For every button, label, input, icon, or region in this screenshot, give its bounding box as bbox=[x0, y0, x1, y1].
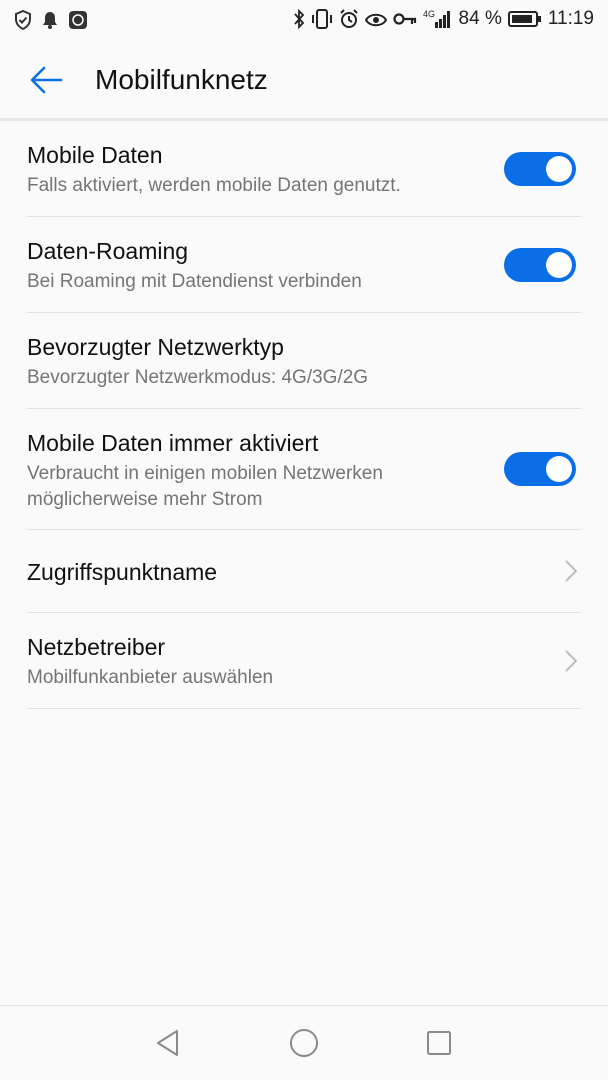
setting-row-carrier[interactable]: Netzbetreiber Mobilfunkanbieter auswähle… bbox=[27, 613, 581, 709]
setting-row-always-on-data[interactable]: Mobile Daten immer aktiviert Verbraucht … bbox=[27, 409, 581, 530]
setting-text: Bevorzugter Netzwerktyp Bevorzugter Netz… bbox=[27, 333, 368, 391]
page-title: Mobilfunknetz bbox=[95, 64, 268, 95]
setting-subtitle: Bevorzugter Netzwerkmodus: 4G/3G/2G bbox=[27, 367, 369, 388]
data-roaming-toggle[interactable] bbox=[504, 248, 576, 282]
setting-title: Bevorzugter Netzwerktyp bbox=[27, 334, 284, 360]
status-left-icons bbox=[14, 9, 88, 35]
setting-row-apn[interactable]: Zugriffspunktname bbox=[27, 530, 581, 613]
app-notification-icon bbox=[68, 10, 88, 35]
setting-title: Daten-Roaming bbox=[27, 238, 189, 264]
setting-title: Netzbetreiber bbox=[27, 634, 166, 660]
setting-row-mobile-data[interactable]: Mobile Daten Falls aktiviert, werden mob… bbox=[27, 121, 581, 217]
setting-subtitle: Mobilfunkanbieter auswählen bbox=[27, 667, 274, 688]
network-type-label: 4G bbox=[423, 9, 435, 19]
always-on-data-toggle[interactable] bbox=[504, 452, 576, 486]
settings-list: Mobile Daten Falls aktiviert, werden mob… bbox=[0, 121, 608, 709]
setting-subtitle: Falls aktiviert, werden mobile Daten gen… bbox=[27, 175, 401, 196]
toggle-knob bbox=[546, 456, 572, 482]
nav-home-button[interactable] bbox=[287, 1026, 321, 1060]
chevron-right-icon bbox=[565, 650, 578, 672]
battery-icon bbox=[507, 10, 542, 28]
navigation-bar bbox=[0, 1005, 608, 1080]
status-bar: 4G 84 % 11:19 bbox=[0, 0, 608, 40]
setting-row-data-roaming[interactable]: Daten-Roaming Bei Roaming mit Datendiens… bbox=[27, 217, 581, 313]
nav-recents-button[interactable] bbox=[422, 1026, 456, 1060]
setting-subtitle: Verbraucht in einigen mobilen Netzwerken… bbox=[27, 463, 383, 510]
home-circle-icon bbox=[290, 1029, 318, 1057]
arrow-left-icon bbox=[30, 66, 63, 94]
back-triangle-icon bbox=[157, 1030, 178, 1056]
setting-row-preferred-network[interactable]: Bevorzugter Netzwerktyp Bevorzugter Netz… bbox=[27, 313, 581, 409]
chevron-right-icon bbox=[565, 560, 578, 582]
nav-back-button[interactable] bbox=[151, 1026, 185, 1060]
setting-title: Mobile Daten immer aktiviert bbox=[27, 430, 319, 456]
status-right-icons: 4G 84 % 11:19 bbox=[293, 8, 594, 30]
mobile-data-toggle[interactable] bbox=[504, 152, 576, 186]
battery-percentage: 84 % bbox=[458, 8, 502, 29]
setting-title: Mobile Daten bbox=[27, 142, 163, 168]
shield-icon bbox=[14, 9, 32, 35]
bell-icon bbox=[42, 11, 58, 34]
alarm-icon bbox=[339, 9, 359, 29]
app-bar: Mobilfunknetz bbox=[0, 40, 608, 118]
setting-text: Daten-Roaming Bei Roaming mit Datendiens… bbox=[27, 237, 362, 295]
signal-icon: 4G bbox=[423, 8, 453, 30]
setting-subtitle: Bei Roaming mit Datendienst verbinden bbox=[27, 271, 362, 292]
setting-title: Zugriffspunktname bbox=[27, 559, 218, 585]
key-icon bbox=[392, 12, 417, 26]
toggle-knob bbox=[546, 156, 572, 182]
bluetooth-icon bbox=[293, 9, 305, 29]
clock: 11:19 bbox=[547, 8, 594, 29]
setting-text: Mobile Daten Falls aktiviert, werden mob… bbox=[27, 141, 401, 199]
recents-square-icon bbox=[427, 1031, 451, 1055]
back-button[interactable] bbox=[26, 62, 66, 98]
setting-text: Mobile Daten immer aktiviert Verbraucht … bbox=[27, 429, 467, 513]
toggle-knob bbox=[546, 252, 572, 278]
setting-text: Zugriffspunktname bbox=[27, 558, 217, 586]
setting-text: Netzbetreiber Mobilfunkanbieter auswähle… bbox=[27, 633, 273, 691]
vibrate-icon bbox=[311, 9, 333, 29]
eye-icon bbox=[364, 10, 387, 28]
